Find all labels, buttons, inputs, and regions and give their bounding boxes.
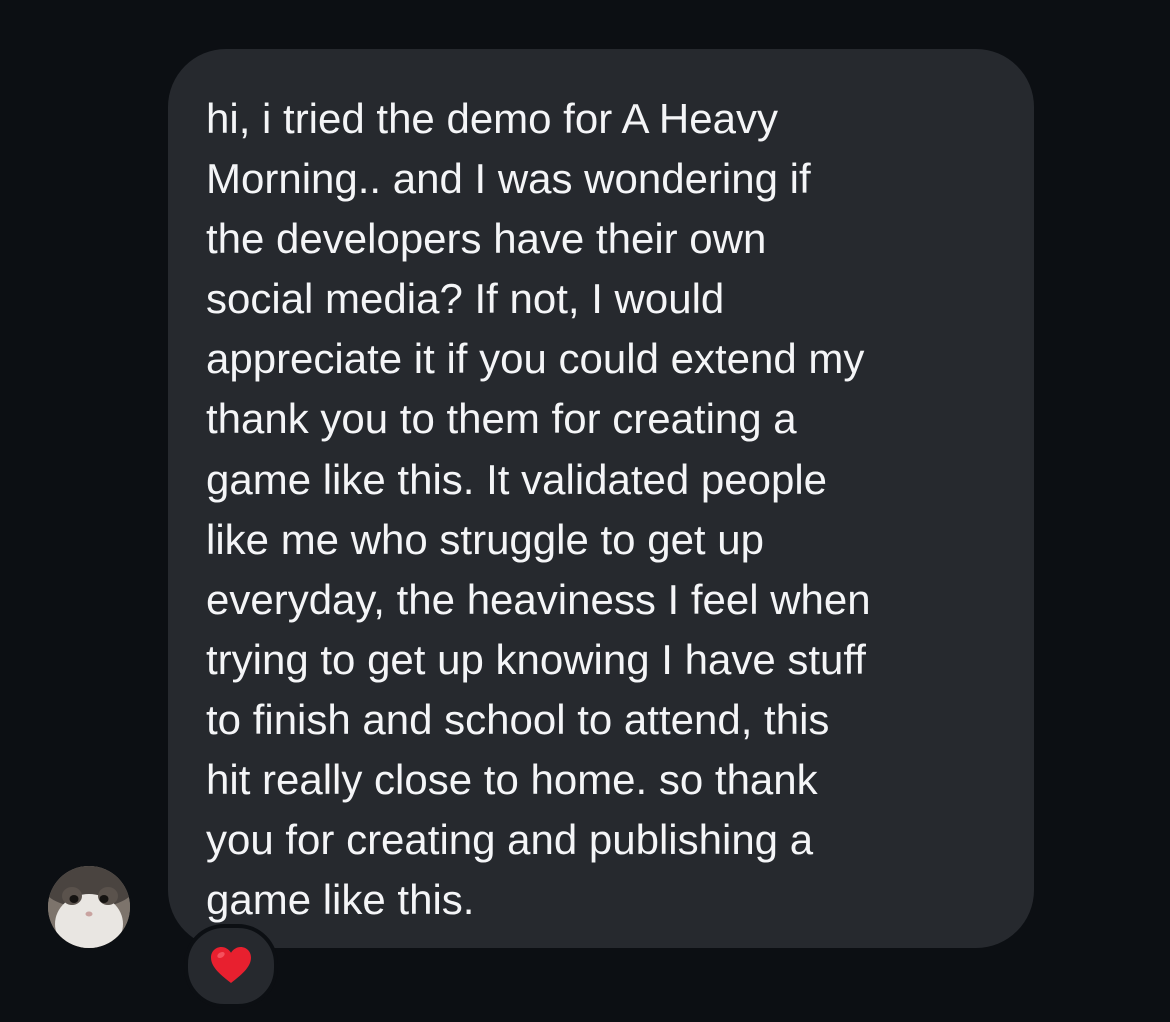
- reaction-badge[interactable]: [184, 924, 278, 1008]
- message-thread: hi, i tried the demo for A Heavy Morning…: [0, 0, 1170, 1022]
- message-line: to finish and school to attend, this: [206, 695, 830, 743]
- message-line: game like this.: [206, 876, 475, 924]
- message-line: everyday, the heaviness I feel when: [206, 575, 871, 623]
- message-line: hit really close to home. so thank: [206, 756, 818, 804]
- message-line: hi, i tried the demo for A Heavy: [206, 95, 778, 142]
- red-heart-icon: [211, 947, 251, 983]
- message-line: game like this. It validated people: [206, 455, 828, 503]
- message-line: appreciate it if you could extend my: [206, 335, 865, 383]
- message-line: you for creating and publishing a: [206, 816, 814, 864]
- cat-avatar-icon: [48, 866, 130, 948]
- avatar[interactable]: [48, 866, 130, 948]
- message-line: trying to get up knowing I have stuff: [206, 635, 866, 683]
- message-line: social media? If not, I would: [206, 275, 725, 323]
- message-line: thank you to them for creating a: [206, 395, 797, 443]
- message-line: the developers have their own: [206, 215, 767, 263]
- message-line: like me who struggle to get up: [206, 515, 764, 563]
- message-bubble[interactable]: hi, i tried the demo for A Heavy Morning…: [168, 49, 1034, 948]
- message-line: Morning.. and I was wondering if: [206, 155, 811, 203]
